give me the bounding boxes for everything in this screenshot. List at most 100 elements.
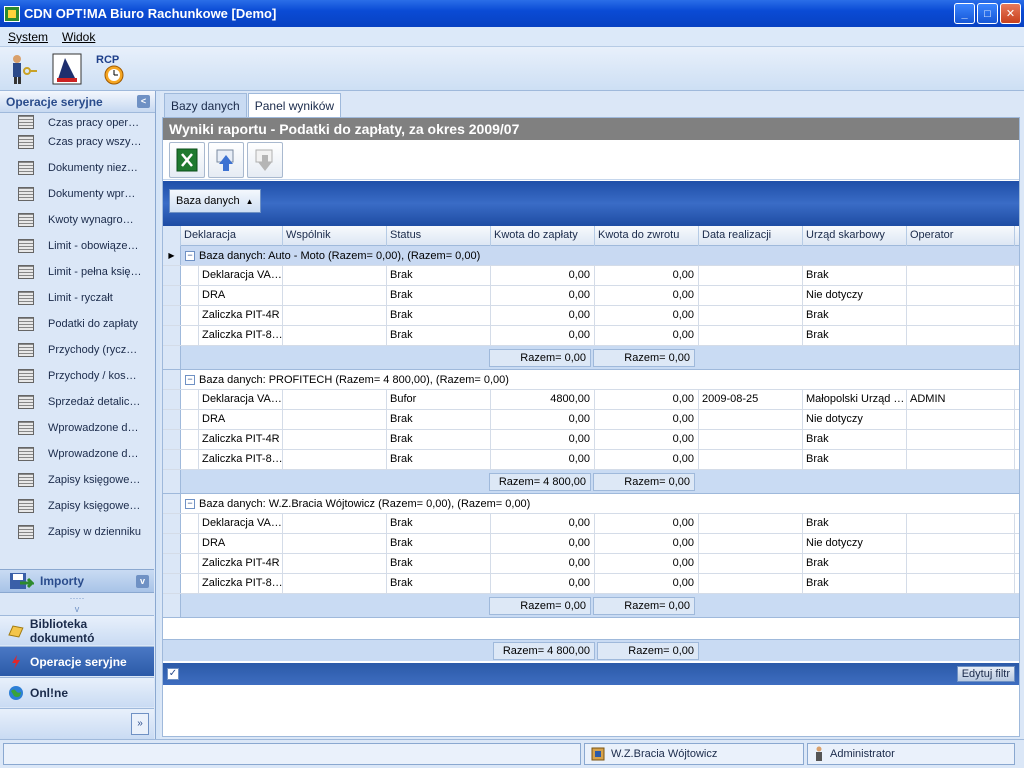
col-kwota-do-zaplaty[interactable]: Kwota do zapłaty [491, 226, 595, 246]
status-pane-main [3, 743, 581, 765]
user-key-icon[interactable] [6, 52, 40, 86]
cell-wspolnik [283, 326, 387, 346]
table-row[interactable]: Zaliczka PIT-4R Brak 0,00 0,00 Brak [163, 554, 1019, 574]
tab-bazy-danych[interactable]: Bazy danych [164, 93, 247, 117]
maximize-button[interactable]: □ [977, 3, 998, 24]
cell-kwota-do-zwrotu: 0,00 [595, 306, 699, 326]
cell-kwota-do-zaplaty: 0,00 [491, 410, 595, 430]
cell-urzad-skarbowy: Brak [803, 554, 907, 574]
col-status[interactable]: Status [387, 226, 491, 246]
cell-wspolnik [283, 450, 387, 470]
close-button[interactable]: ✕ [1000, 3, 1021, 24]
col-wspolnik[interactable]: Wspólnik [283, 226, 387, 246]
table-row[interactable]: DRA Brak 0,00 0,00 Nie dotyczy [163, 534, 1019, 554]
expand-importy-icon[interactable]: v [136, 575, 149, 588]
table-row[interactable]: DRA Brak 0,00 0,00 Nie dotyczy [163, 286, 1019, 306]
rcp-clock-icon[interactable]: RCP [94, 52, 128, 86]
sidebar-item[interactable]: Limit - obowiąze… [0, 233, 154, 259]
collapse-group-icon[interactable]: − [185, 374, 195, 385]
col-operator[interactable]: Operator [907, 226, 1015, 246]
sidebar-item[interactable]: Czas pracy oper… [0, 113, 154, 129]
cell-deklaracja: Deklaracja VA… [199, 390, 283, 410]
lightning-icon [12, 654, 20, 669]
menu-widok[interactable]: Widok [62, 30, 95, 44]
sidebar-item[interactable]: Kwoty wynagro… [0, 207, 154, 233]
cell-kwota-do-zwrotu: 0,00 [595, 534, 699, 554]
sidebar-item[interactable]: Dokumenty wpr… [0, 181, 154, 207]
menu-system[interactable]: System [8, 30, 48, 44]
col-kwota-do-zwrotu[interactable]: Kwota do zwrotu [595, 226, 699, 246]
sidebar-item[interactable]: Zapisy księgowe… [0, 467, 154, 493]
table-row[interactable]: Deklaracja VA… Brak 0,00 0,00 Brak [163, 514, 1019, 534]
document-icon[interactable] [50, 52, 84, 86]
group-header-label: Baza danych: Auto - Moto (Razem= 0,00), … [199, 249, 481, 262]
collapse-sidebar-icon[interactable]: < [137, 95, 150, 108]
cell-deklaracja: DRA [199, 286, 283, 306]
sidebar-item[interactable]: Przychody / kos… [0, 363, 154, 389]
export-excel-button[interactable] [169, 141, 205, 178]
cell-kwota-do-zwrotu: 0,00 [595, 410, 699, 430]
filter-checkbox[interactable]: ✓ [167, 668, 179, 680]
status-user[interactable]: Administrator [807, 743, 1015, 765]
sidebar-item[interactable]: Dokumenty niez… [0, 155, 154, 181]
table-row[interactable]: Deklaracja VA… Brak 0,00 0,00 Brak [163, 266, 1019, 286]
nav-operacje-seryjne[interactable]: Operacje seryjne [0, 646, 154, 676]
cell-kwota-do-zaplaty: 0,00 [491, 514, 595, 534]
importy-label: Importy [40, 574, 85, 588]
table-row[interactable]: Zaliczka PIT-8… Brak 0,00 0,00 Brak [163, 574, 1019, 594]
cell-wspolnik [283, 430, 387, 450]
group-row[interactable]: ▶ − Baza danych: Auto - Moto (Razem= 0,00)… [163, 246, 1019, 266]
sidebar-item[interactable]: Czas pracy wszy… [0, 129, 154, 155]
cell-urzad-skarbowy: Brak [803, 326, 907, 346]
splitter-grip[interactable]: ····· v [0, 593, 154, 615]
cell-urzad-skarbowy: Nie dotyczy [803, 410, 907, 430]
sidebar-item[interactable]: Wprowadzone d… [0, 441, 154, 467]
table-row[interactable]: Deklaracja VA… Bufor 4800,00 0,00 2009-08-25… [163, 390, 1019, 410]
cell-kwota-do-zaplaty: 0,00 [491, 306, 595, 326]
cell-data-realizacji [699, 574, 803, 594]
sidebar-item[interactable]: Limit - pełna księ… [0, 259, 154, 285]
report-icon [18, 161, 34, 175]
filter-bar: ✓ Edytuj filtr [163, 663, 1019, 685]
excel-icon [176, 148, 198, 171]
col-urzad-skarbowy[interactable]: Urząd skarbowy [803, 226, 907, 246]
table-row[interactable]: Zaliczka PIT-4R Brak 0,00 0,00 Brak [163, 430, 1019, 450]
nav-online[interactable]: Onl!ne [0, 677, 154, 707]
sidebar-item[interactable]: Wprowadzone d… [0, 415, 154, 441]
move-down-button[interactable] [247, 141, 283, 178]
sidebar-item[interactable]: Zapisy w dzienniku [0, 519, 154, 545]
cell-operator [907, 574, 1015, 594]
table-row[interactable]: Zaliczka PIT-4R Brak 0,00 0,00 Brak [163, 306, 1019, 326]
group-by-area: Baza danych ▲ [163, 180, 1019, 226]
col-data-realizacji[interactable]: Data realizacji [699, 226, 803, 246]
group-by-baza-danych[interactable]: Baza danych ▲ [169, 189, 261, 213]
sidebar-item[interactable]: Przychody (rycz… [0, 337, 154, 363]
cell-data-realizacji [699, 286, 803, 306]
sidebar-item[interactable]: Limit - ryczałt [0, 285, 154, 311]
group-row[interactable]: − Baza danych: PROFITECH (Razem= 4 800,00… [163, 370, 1019, 390]
table-row[interactable]: Zaliczka PIT-8… Brak 0,00 0,00 Brak [163, 450, 1019, 470]
table-row[interactable]: Zaliczka PIT-8… Brak 0,00 0,00 Brak [163, 326, 1019, 346]
cell-kwota-do-zaplaty: 4800,00 [491, 390, 595, 410]
collapse-group-icon[interactable]: − [185, 250, 195, 261]
move-up-button[interactable] [208, 141, 244, 178]
more-options-icon[interactable]: » [131, 713, 149, 735]
collapse-group-icon[interactable]: − [185, 498, 195, 509]
edit-filter-button[interactable]: Edytuj filtr [956, 666, 1015, 682]
sidebar-item[interactable]: Sprzedaż detalic… [0, 389, 154, 415]
col-deklaracja[interactable]: Deklaracja [181, 226, 283, 246]
minimize-button[interactable]: _ [954, 3, 975, 24]
report-icon [18, 265, 34, 279]
status-company[interactable]: W.Z.Bracia Wójtowicz [584, 743, 804, 765]
tab-panel-wynikow[interactable]: Panel wyników [247, 93, 342, 118]
cell-urzad-skarbowy: Brak [803, 306, 907, 326]
cell-deklaracja: Deklaracja VA… [199, 514, 283, 534]
importy-section[interactable]: Importy v [0, 569, 154, 593]
cell-status: Brak [387, 450, 491, 470]
sidebar-item[interactable]: Zapisy księgowe… [0, 493, 154, 519]
table-row[interactable]: DRA Brak 0,00 0,00 Nie dotyczy [163, 410, 1019, 430]
sort-asc-icon: ▲ [245, 196, 254, 206]
group-row[interactable]: − Baza danych: W.Z.Bracia Wójtowicz (Raze… [163, 494, 1019, 514]
nav-biblioteka[interactable]: Biblioteka dokumentó [0, 615, 154, 645]
sidebar-item-podatki[interactable]: Podatki do zapłaty [0, 311, 154, 337]
